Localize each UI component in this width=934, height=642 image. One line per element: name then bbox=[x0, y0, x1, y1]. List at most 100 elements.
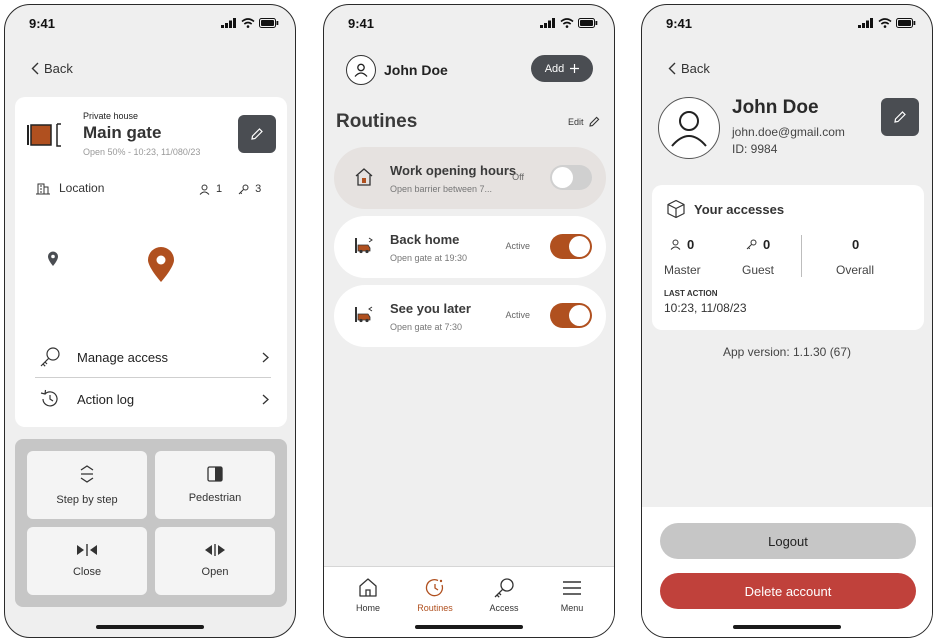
location-label: Location bbox=[59, 181, 105, 195]
user-header[interactable]: John Doe bbox=[346, 55, 448, 85]
routine-subtitle: Open gate at 19:30 bbox=[390, 253, 468, 263]
signal-icon bbox=[858, 18, 873, 28]
add-button[interactable]: Add bbox=[531, 55, 593, 82]
user-icon bbox=[354, 63, 368, 77]
guest-count: 0 bbox=[763, 237, 771, 252]
key-icon bbox=[40, 347, 60, 367]
guest-label: Guest bbox=[742, 263, 775, 277]
home-indicator bbox=[96, 625, 204, 629]
history-icon bbox=[40, 389, 58, 407]
master-count: 0 bbox=[687, 237, 695, 252]
status-icons bbox=[540, 18, 598, 28]
close-button[interactable]: Close bbox=[27, 527, 147, 595]
cube-icon bbox=[667, 199, 685, 219]
pedestrian-label: Pedestrian bbox=[188, 492, 242, 504]
tab-menu[interactable]: Menu bbox=[542, 577, 602, 613]
routine-state: Active bbox=[505, 241, 530, 251]
status-bar: 9:41 bbox=[642, 5, 932, 41]
wifi-icon bbox=[560, 18, 574, 28]
back-label: Back bbox=[681, 61, 710, 76]
back-button[interactable]: Back bbox=[31, 61, 73, 76]
pencil-icon bbox=[588, 116, 599, 127]
user-icon bbox=[670, 239, 681, 250]
manage-access-row[interactable]: Manage access bbox=[39, 343, 269, 371]
last-action-label: LAST ACTION bbox=[664, 289, 718, 298]
gate-subtitle: Private house bbox=[83, 111, 139, 121]
toggle-knob bbox=[569, 305, 590, 326]
tab-home[interactable]: Home bbox=[338, 577, 398, 613]
pedestrian-button[interactable]: Pedestrian bbox=[155, 451, 275, 519]
car-gate-icon bbox=[355, 237, 373, 254]
action-log-row[interactable]: Action log bbox=[39, 385, 269, 413]
wifi-icon bbox=[878, 18, 892, 28]
routine-toggle[interactable] bbox=[550, 303, 592, 328]
guest-stat: 0 bbox=[746, 237, 770, 252]
key-icon bbox=[494, 578, 514, 598]
tab-label: Home bbox=[355, 603, 380, 613]
routine-item[interactable]: Work opening hours Open barrier between … bbox=[334, 147, 606, 209]
routine-item[interactable]: Back home Open gate at 19:30 Active bbox=[334, 216, 606, 278]
home-indicator bbox=[733, 625, 841, 629]
chevron-right-icon bbox=[262, 352, 269, 362]
open-button[interactable]: Open bbox=[155, 527, 275, 595]
routine-toggle[interactable] bbox=[550, 165, 592, 190]
status-bar: 9:41 bbox=[5, 5, 295, 41]
phone-gate-detail: 9:41 Back Private house Main gate Open 5… bbox=[4, 4, 296, 638]
phone-profile: 9:41 Back John Doe john.doe@gmail.com ID… bbox=[641, 4, 933, 638]
routine-toggle[interactable] bbox=[550, 234, 592, 259]
routine-subtitle: Open barrier between 7... bbox=[390, 184, 493, 194]
car-gate-icon bbox=[355, 306, 373, 323]
tab-label: Routines bbox=[417, 603, 453, 613]
delete-account-button[interactable]: Delete account bbox=[660, 573, 916, 609]
map-pin-large-icon[interactable] bbox=[147, 247, 175, 283]
avatar bbox=[658, 97, 720, 159]
edit-gate-button[interactable] bbox=[238, 115, 276, 153]
pedestrian-icon bbox=[207, 466, 223, 482]
profile-id: ID: 9984 bbox=[732, 142, 778, 156]
manage-access-label: Manage access bbox=[77, 349, 169, 365]
divider bbox=[801, 235, 802, 277]
tab-label: Menu bbox=[560, 603, 584, 613]
add-label: Add bbox=[544, 62, 565, 75]
accesses-card: Your accesses 0 Master 0 Guest 0 Overall… bbox=[652, 185, 924, 330]
routine-state: Off bbox=[512, 172, 524, 182]
edit-routines-button[interactable]: Edit bbox=[568, 116, 600, 127]
close-gate-icon bbox=[77, 544, 97, 556]
wifi-icon bbox=[241, 18, 255, 28]
logout-button[interactable]: Logout bbox=[660, 523, 916, 559]
chevron-left-icon bbox=[668, 62, 676, 75]
toggle-knob bbox=[569, 236, 590, 257]
tab-label: Access bbox=[489, 603, 519, 613]
user-name: John Doe bbox=[384, 62, 448, 78]
chevron-left-icon bbox=[31, 62, 39, 75]
clock-icon bbox=[425, 579, 444, 597]
back-label: Back bbox=[44, 61, 73, 76]
divider bbox=[35, 377, 271, 378]
toggle-knob bbox=[552, 167, 573, 188]
phone-routines: 9:41 John Doe Add Routines Edit Work ope… bbox=[323, 4, 615, 638]
edit-profile-button[interactable] bbox=[881, 98, 919, 136]
profile-name: John Doe bbox=[732, 97, 819, 118]
pencil-icon bbox=[894, 111, 906, 123]
signal-icon bbox=[540, 18, 555, 28]
master-count: 1 bbox=[216, 183, 223, 195]
back-button[interactable]: Back bbox=[668, 61, 710, 76]
routine-item[interactable]: See you later Open gate at 7:30 Active bbox=[334, 285, 606, 347]
last-action-value: 10:23, 11/08/23 bbox=[664, 301, 747, 315]
status-icons bbox=[858, 18, 916, 28]
gate-icon bbox=[27, 123, 61, 147]
master-stat: 0 bbox=[670, 237, 694, 252]
app-version: App version: 1.1.30 (67) bbox=[722, 345, 852, 359]
step-by-step-button[interactable]: Step by step bbox=[27, 451, 147, 519]
status-time: 9:41 bbox=[29, 16, 56, 31]
action-log-label: Action log bbox=[77, 391, 135, 407]
tab-routines[interactable]: Routines bbox=[405, 577, 465, 613]
tab-access[interactable]: Access bbox=[474, 577, 534, 613]
master-label: Master bbox=[664, 263, 701, 277]
user-icon bbox=[671, 111, 707, 147]
home-indicator bbox=[415, 625, 523, 629]
status-time: 9:41 bbox=[348, 16, 375, 31]
home-icon bbox=[359, 578, 377, 597]
battery-icon bbox=[578, 18, 598, 28]
accesses-title: Your accesses bbox=[694, 201, 785, 217]
